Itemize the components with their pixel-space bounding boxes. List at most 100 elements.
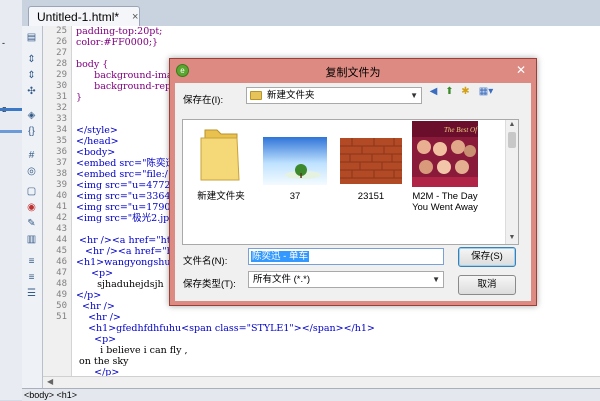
line-number: 25 xyxy=(56,26,67,36)
tab-untitled-1[interactable]: Untitled-1.html* × xyxy=(28,6,140,26)
panel-selection[interactable] xyxy=(0,108,22,111)
code-line[interactable]: <img src="极光2.jpg xyxy=(76,213,175,224)
line-number: 29 xyxy=(56,70,67,80)
code-line[interactable]: <hr /> xyxy=(76,312,121,323)
line-number: 28 xyxy=(56,59,67,69)
view-menu-icon[interactable]: ▦▾ xyxy=(475,85,497,98)
back-icon[interactable]: ◀ xyxy=(427,85,440,98)
highlight-invalid-icon[interactable]: ◎ xyxy=(25,166,38,178)
line-number: 30 xyxy=(56,81,67,91)
image-thumbnail xyxy=(263,137,327,185)
expand-all-icon[interactable]: ✣ xyxy=(25,86,38,98)
code-line[interactable]: } xyxy=(76,92,82,103)
outdent-code-icon[interactable]: ≡ xyxy=(25,272,38,284)
line-number: 51 xyxy=(56,312,67,322)
line-numbers-icon[interactable]: # xyxy=(25,150,38,162)
file-item-37[interactable] xyxy=(263,137,327,185)
line-number: 47 xyxy=(56,268,67,278)
file-item-23151[interactable] xyxy=(340,138,402,184)
filetype-value: 所有文件 (*.*) xyxy=(253,274,311,285)
scroll-down-icon[interactable]: ▼ xyxy=(506,234,518,241)
line-number: 46 xyxy=(56,257,67,267)
open-documents-icon[interactable]: ▤ xyxy=(25,32,38,44)
recent-snippets-icon[interactable]: ▥ xyxy=(25,234,38,246)
scroll-left-icon[interactable]: ◀ xyxy=(47,377,53,386)
code-line[interactable]: <p> xyxy=(76,334,116,345)
line-number: 43 xyxy=(56,224,67,234)
line-number: 49 xyxy=(56,290,67,300)
filename-label: 文件名(N): xyxy=(183,256,228,267)
indent-code-icon[interactable]: ≡ xyxy=(25,256,38,268)
file-name: M2M - The Day You Went Away xyxy=(412,191,478,213)
code-line[interactable]: </style> xyxy=(76,125,118,136)
scroll-up-icon[interactable]: ▲ xyxy=(506,121,518,128)
file-list-scrollbar[interactable]: ▲ ▼ xyxy=(505,120,518,244)
apply-comment-icon[interactable]: ▢ xyxy=(25,186,38,198)
tab-title: Untitled-1.html* xyxy=(37,10,120,24)
filename-input[interactable]: 陈奕迅 - 单车 xyxy=(248,248,444,265)
image-thumbnail xyxy=(340,138,402,184)
line-number: 38 xyxy=(56,169,67,179)
code-line[interactable]: sjhaduhejdsjh xyxy=(76,279,164,290)
line-number: 33 xyxy=(56,114,67,124)
code-line[interactable]: <h1>gfedhfdhfuhu<span class="STYLE1"></s… xyxy=(76,323,375,334)
save-button[interactable]: 保存(S) xyxy=(458,247,516,267)
tag-selector-bar[interactable]: <body> <h1> xyxy=(22,388,600,401)
document-tab-bar: Untitled-1.html* × xyxy=(22,0,600,27)
code-line[interactable]: </head> xyxy=(76,136,119,147)
line-number: 35 xyxy=(56,136,67,146)
panel-selection[interactable] xyxy=(0,130,22,133)
cancel-button[interactable]: 取消 xyxy=(458,275,516,295)
balance-braces-icon[interactable]: {} xyxy=(25,126,38,138)
tab-close-icon[interactable]: × xyxy=(132,7,138,27)
code-line[interactable]: <embed src="file:/ xyxy=(76,169,168,180)
up-folder-icon[interactable]: ⬆ xyxy=(443,85,456,98)
filetype-dropdown[interactable]: 所有文件 (*.*) ▼ xyxy=(248,271,444,288)
file-name: 23151 xyxy=(357,191,385,202)
code-line[interactable]: i believe i can fly , xyxy=(76,345,187,356)
code-line[interactable]: body { xyxy=(76,59,108,70)
code-line[interactable]: <body> xyxy=(76,147,115,158)
line-number: 31 xyxy=(56,92,67,102)
dialog-title-bar[interactable]: e 复制文件为 ✕ xyxy=(170,59,536,83)
code-line[interactable]: background-imag xyxy=(76,70,179,81)
filetype-label: 保存类型(T): xyxy=(183,279,236,290)
line-number: 36 xyxy=(56,147,67,157)
remove-comment-icon[interactable]: ◉ xyxy=(25,202,38,214)
file-item-folder[interactable] xyxy=(191,122,247,186)
line-number: 42 xyxy=(56,213,67,223)
album-text: The Best Of xyxy=(444,126,478,134)
code-line[interactable]: background-repe xyxy=(76,81,177,92)
file-list[interactable]: ▲ ▼ 新建文件夹 37 23151 The Best Of M2M - The… xyxy=(182,119,519,245)
file-name: 新建文件夹 xyxy=(197,191,245,202)
dialog-body: 保存在(I): 新建文件夹 ▼ ◀ ⬆ ✱ ▦▾ ▲ ▼ 新建文件夹 37 23… xyxy=(175,83,531,301)
code-line[interactable]: color:#FF0000;} xyxy=(76,37,158,48)
code-line[interactable]: <p> xyxy=(76,268,113,279)
format-source-icon[interactable]: ☰ xyxy=(25,288,38,300)
left-panel-strip: - s xyxy=(0,0,23,400)
code-line[interactable]: padding-top:20pt; xyxy=(76,26,162,37)
line-number: 34 xyxy=(56,125,67,135)
code-line[interactable]: <hr /><a href="ht xyxy=(76,246,177,257)
code-line[interactable]: <embed src="陈奕迅 xyxy=(76,158,175,169)
filename-value: 陈奕迅 - 单车 xyxy=(251,251,309,262)
line-number: 48 xyxy=(56,279,67,289)
code-line[interactable]: </p> xyxy=(76,290,101,301)
dialog-close-icon[interactable]: ✕ xyxy=(510,62,532,78)
scroll-thumb[interactable] xyxy=(508,132,516,148)
line-number: 39 xyxy=(56,180,67,190)
collapse-selection-icon[interactable]: ⇕ xyxy=(25,70,38,82)
wrap-tag-icon[interactable]: ✎ xyxy=(25,218,38,230)
code-line[interactable]: <hr /> xyxy=(76,301,115,312)
save-in-dropdown[interactable]: 新建文件夹 ▼ xyxy=(246,87,422,104)
chevron-down-icon: ▼ xyxy=(410,91,418,100)
select-parent-tag-icon[interactable]: ◈ xyxy=(25,110,38,122)
save-in-value: 新建文件夹 xyxy=(267,90,315,101)
line-number: 27 xyxy=(56,48,67,58)
file-name: 37 xyxy=(289,191,301,202)
code-line[interactable]: <hr /><a href="htt xyxy=(76,235,174,246)
file-item-m2m[interactable]: The Best Of xyxy=(412,121,478,187)
code-line[interactable]: on the sky xyxy=(76,356,128,367)
collapse-tag-icon[interactable]: ⇕ xyxy=(25,54,38,66)
new-folder-icon[interactable]: ✱ xyxy=(459,85,472,98)
